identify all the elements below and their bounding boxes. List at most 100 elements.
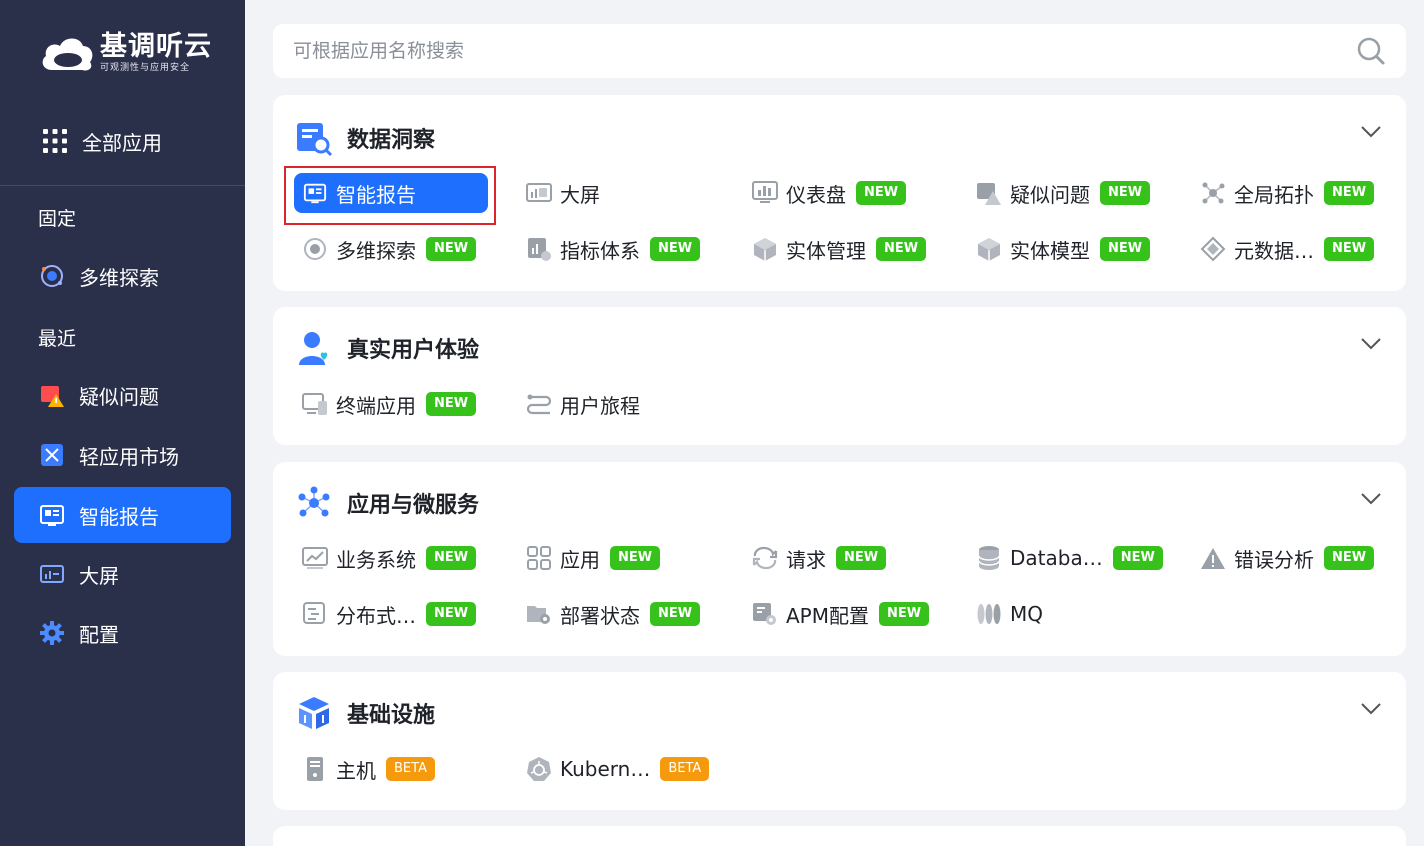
- dashboard-icon: [752, 180, 778, 206]
- data-insight-icon: [297, 123, 333, 157]
- explore-icon: [39, 263, 65, 289]
- market-icon: [39, 442, 65, 468]
- report-icon: [39, 502, 65, 528]
- app-host[interactable]: 主机 BETA: [294, 749, 435, 789]
- app-smart-report[interactable]: 智能报告: [294, 173, 488, 213]
- metric-icon: [526, 236, 552, 262]
- pinned-label: 固定: [38, 208, 77, 230]
- sidebar-item-label: 大屏: [79, 563, 119, 588]
- app-user-journey[interactable]: 用户旅程: [518, 384, 640, 424]
- new-badge: NEW: [836, 546, 887, 570]
- app-business-system[interactable]: 业务系统 NEW: [294, 538, 477, 578]
- deploy-icon: [526, 601, 552, 627]
- app-apm-config[interactable]: APM配置 NEW: [744, 594, 930, 634]
- app-mq[interactable]: MQ: [968, 594, 1043, 634]
- exchange-icon: [752, 545, 778, 571]
- new-badge: NEW: [1112, 546, 1163, 570]
- sidebar-item-settings[interactable]: 配置: [14, 605, 231, 661]
- all-apps-button[interactable]: 全部应用: [0, 110, 245, 172]
- app-entity-management[interactable]: 实体管理 NEW: [744, 229, 927, 269]
- beta-badge: BETA: [660, 757, 710, 781]
- app-global-topology[interactable]: 全局拓扑 NEW: [1192, 173, 1375, 213]
- chevron-down-icon[interactable]: [1360, 492, 1382, 506]
- new-badge: NEW: [426, 546, 477, 570]
- app-requests[interactable]: 请求 NEW: [744, 538, 887, 578]
- mq-icon: [976, 601, 1002, 627]
- app-label: 实体管理: [786, 238, 866, 263]
- chevron-down-icon[interactable]: [1360, 337, 1382, 351]
- app-suspected-issues[interactable]: 疑似问题 NEW: [968, 173, 1151, 213]
- new-badge: NEW: [650, 602, 701, 626]
- cube-icon: [752, 236, 778, 262]
- app-deploy-status[interactable]: 部署状态 NEW: [518, 594, 701, 634]
- sidebar-item-explore[interactable]: 多维探索: [14, 248, 231, 304]
- app-label: Databa…: [1010, 546, 1103, 570]
- section-title: 基础设施: [347, 703, 436, 728]
- distributed-icon: [302, 601, 328, 627]
- search-bar: [273, 24, 1406, 78]
- app-entity-model[interactable]: 实体模型 NEW: [968, 229, 1151, 269]
- app-metadata[interactable]: 元数据… NEW: [1192, 229, 1375, 269]
- app-application[interactable]: 应用 NEW: [518, 538, 661, 578]
- app-label: 用户旅程: [560, 393, 640, 418]
- explore-icon: [302, 236, 328, 262]
- sidebar-item-big-screen[interactable]: 大屏: [14, 546, 231, 602]
- new-badge: NEW: [426, 602, 477, 626]
- chevron-down-icon[interactable]: [1360, 125, 1382, 139]
- next-section-card: [273, 826, 1406, 846]
- issue-icon: [976, 180, 1002, 206]
- report-icon: [302, 180, 328, 206]
- app-error-analysis[interactable]: 错误分析 NEW: [1192, 538, 1375, 578]
- app-metric-system[interactable]: 指标体系 NEW: [518, 229, 701, 269]
- sidebar-item-smart-report[interactable]: 智能报告: [14, 487, 231, 543]
- sidebar-item-label: 配置: [79, 622, 119, 647]
- new-badge: NEW: [856, 181, 907, 205]
- brand-subtitle: 可观测性与应用安全: [100, 63, 191, 73]
- app-terminal-apps[interactable]: 终端应用 NEW: [294, 384, 477, 424]
- app-distributed[interactable]: 分布式… NEW: [294, 594, 477, 634]
- journey-icon: [526, 391, 552, 417]
- app-database[interactable]: Databa… NEW: [968, 538, 1163, 578]
- grid-icon: [43, 129, 67, 153]
- screen-icon: [526, 180, 552, 206]
- app-label: 指标体系: [560, 238, 640, 263]
- app-label: 终端应用: [336, 393, 416, 418]
- issue-icon: [39, 382, 65, 408]
- app-kubernetes[interactable]: Kubern… BETA: [518, 749, 710, 789]
- section-infrastructure: 基础设施: [273, 672, 1406, 810]
- sidebar-item-label: 多维探索: [79, 265, 159, 290]
- new-badge: NEW: [1324, 237, 1375, 261]
- server-icon: [302, 756, 328, 782]
- app-label: 仪表盘: [786, 182, 846, 207]
- chart-monitor-icon: [302, 545, 328, 571]
- app-label: 实体模型: [1010, 238, 1090, 263]
- new-badge: NEW: [650, 237, 701, 261]
- sidebar: 基调听云 可观测性与应用安全 全部应用 固定 多维探索 最近 疑似问题 轻应用市…: [0, 0, 245, 846]
- app-label: 应用: [560, 547, 600, 572]
- config-icon: [752, 601, 778, 627]
- new-badge: NEW: [1324, 181, 1375, 205]
- app-label: MQ: [1010, 602, 1043, 626]
- app-label: 疑似问题: [1010, 182, 1090, 207]
- app-label: Kubern…: [560, 757, 651, 781]
- screen-icon: [39, 561, 65, 587]
- beta-badge: BETA: [386, 757, 435, 781]
- new-badge: NEW: [1100, 237, 1151, 261]
- new-badge: NEW: [1324, 546, 1375, 570]
- app-big-screen[interactable]: 大屏: [518, 173, 600, 213]
- app-label: 元数据…: [1234, 238, 1314, 263]
- search-input[interactable]: [293, 40, 1356, 62]
- sidebar-item-issues[interactable]: 疑似问题: [14, 367, 231, 423]
- chevron-down-icon[interactable]: [1360, 702, 1382, 716]
- sidebar-divider: [0, 185, 245, 186]
- kubernetes-icon: [526, 756, 552, 782]
- app-multidim-explore[interactable]: 多维探索 NEW: [294, 229, 477, 269]
- app-grid-icon: [526, 545, 552, 571]
- brand-logo[interactable]: 基调听云 可观测性与应用安全: [38, 32, 212, 74]
- new-badge: NEW: [879, 602, 930, 626]
- sidebar-item-market[interactable]: 轻应用市场: [14, 427, 231, 483]
- sidebar-item-label: 轻应用市场: [79, 444, 179, 469]
- cloud-logo-icon: [42, 38, 93, 71]
- app-dashboard[interactable]: 仪表盘 NEW: [744, 173, 907, 213]
- search-icon[interactable]: [1356, 36, 1386, 66]
